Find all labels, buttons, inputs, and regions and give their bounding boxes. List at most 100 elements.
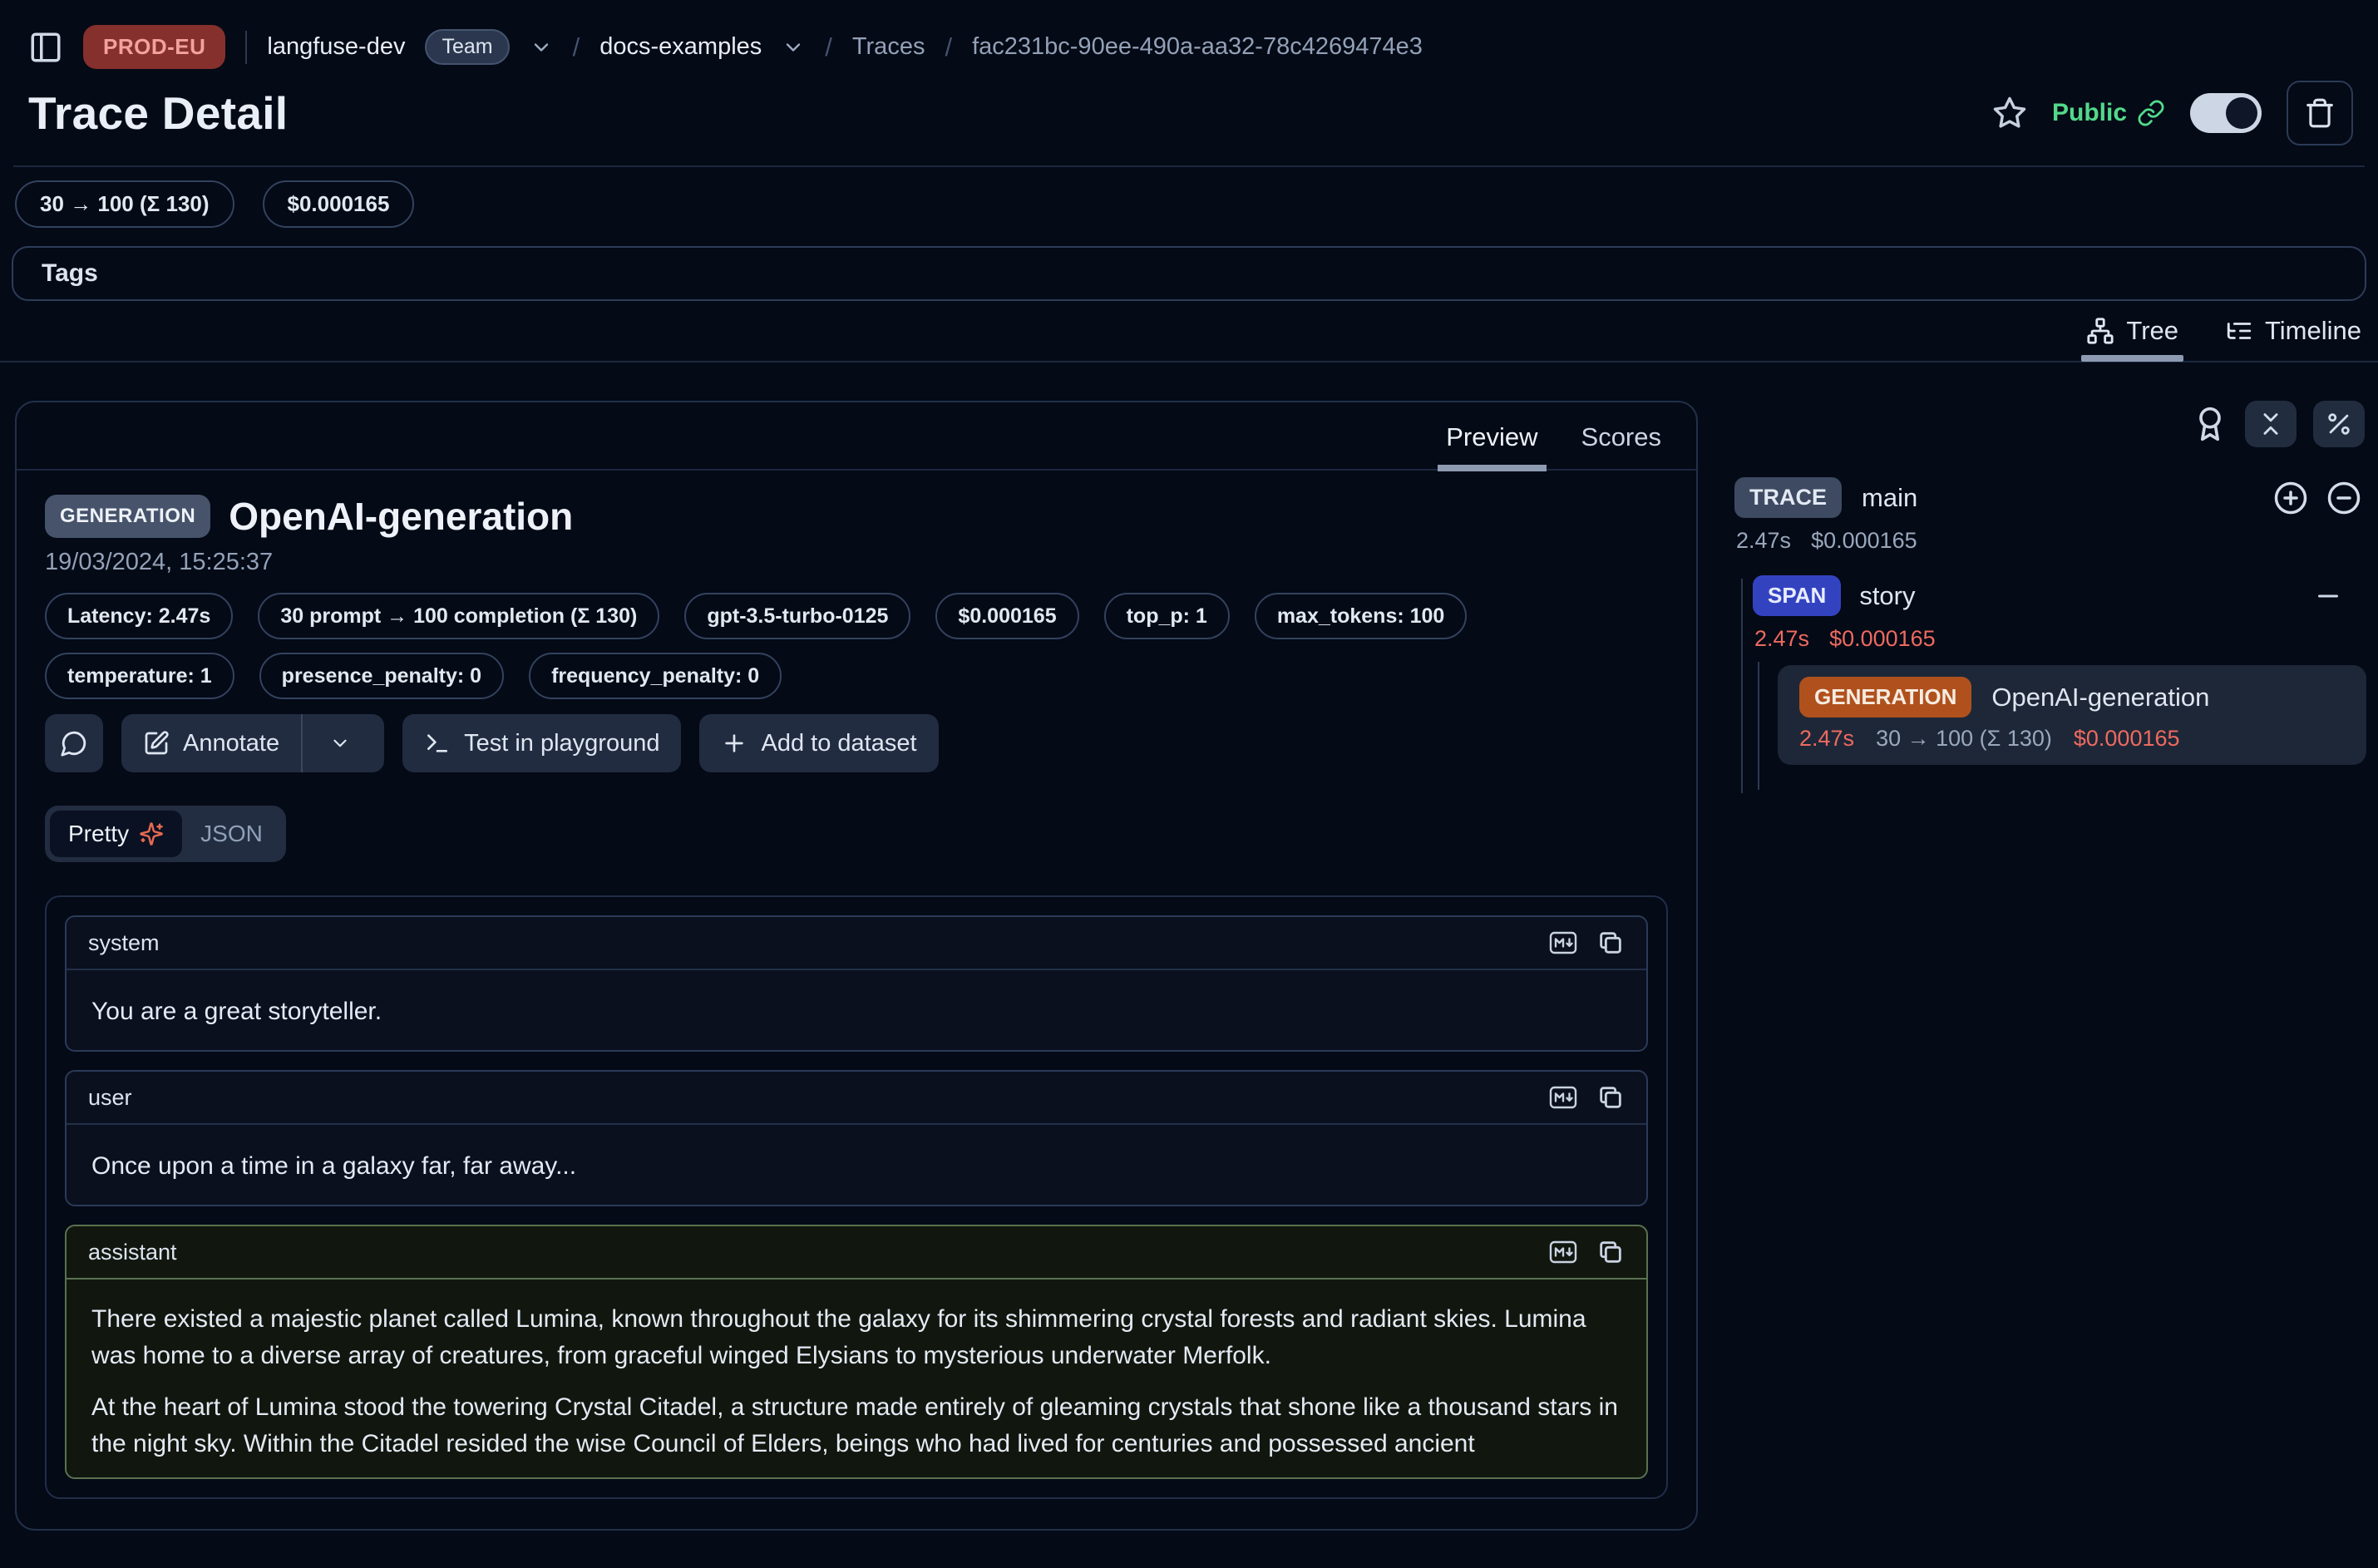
span-cost: $0.000165 bbox=[1829, 626, 1936, 652]
tree-controls bbox=[1734, 401, 2365, 447]
top-p-badge[interactable]: top_p: 1 bbox=[1104, 593, 1230, 639]
tags-card[interactable]: Tags bbox=[12, 246, 2366, 301]
plus-circle-icon[interactable] bbox=[2273, 481, 2308, 515]
breadcrumb-separator: / bbox=[573, 32, 580, 62]
trash-icon bbox=[2304, 97, 2336, 129]
org-plan-badge: Team bbox=[425, 29, 509, 65]
markdown-toggle-icon[interactable] bbox=[1547, 1082, 1580, 1112]
tab-preview[interactable]: Preview bbox=[1446, 422, 1537, 452]
add-to-dataset-button[interactable]: Add to dataset bbox=[699, 714, 938, 772]
tab-tree[interactable]: Tree bbox=[2086, 316, 2178, 346]
message-role: assistant bbox=[88, 1240, 177, 1265]
message-role: system bbox=[88, 930, 160, 956]
comment-button[interactable] bbox=[45, 714, 103, 772]
trace-tree-sidebar: TRACE main 2.47s $0.000165 SPAN story bbox=[1734, 401, 2378, 1531]
cost-badge[interactable]: $0.000165 bbox=[263, 180, 415, 228]
chevrons-down-up-icon bbox=[2257, 410, 2285, 438]
max-tokens-badge[interactable]: max_tokens: 100 bbox=[1255, 593, 1468, 639]
terminal-icon bbox=[424, 730, 451, 757]
message-actions bbox=[1547, 928, 1625, 958]
generation-name: OpenAI-generation bbox=[1991, 683, 2209, 713]
breadcrumb-project[interactable]: docs-examples bbox=[599, 33, 762, 61]
dataset-label: Add to dataset bbox=[761, 730, 916, 757]
message-header: system bbox=[67, 917, 1646, 970]
pen-square-icon bbox=[143, 730, 170, 757]
format-pretty[interactable]: Pretty bbox=[50, 811, 182, 857]
trace-cost: $0.000165 bbox=[1811, 528, 1917, 554]
message-system: system You are a great storyteller. bbox=[65, 915, 1648, 1052]
breadcrumb-trace-id: fac231bc-90ee-490a-aa32-78c4269474e3 bbox=[972, 33, 1423, 61]
tree-zoom-controls bbox=[2273, 481, 2361, 515]
public-link[interactable]: Public bbox=[2052, 99, 2165, 127]
copy-icon[interactable] bbox=[1596, 1238, 1625, 1266]
generation-tokens: 30 → 100 (Σ 130) bbox=[1876, 726, 2052, 752]
generation-type-badge: GENERATION bbox=[1799, 677, 1971, 717]
plus-icon bbox=[721, 730, 747, 757]
header-divider bbox=[13, 165, 2365, 167]
chevron-down-icon[interactable] bbox=[782, 36, 805, 59]
span-latency: 2.47s bbox=[1754, 626, 1809, 652]
minus-circle-icon[interactable] bbox=[2326, 481, 2361, 515]
presence-penalty-badge[interactable]: presence_penalty: 0 bbox=[259, 653, 504, 699]
format-toggle: Pretty JSON bbox=[45, 806, 286, 862]
latency-badge[interactable]: Latency: 2.47s bbox=[45, 593, 233, 639]
metrics-toggle-button[interactable] bbox=[2313, 401, 2365, 447]
markdown-toggle-icon[interactable] bbox=[1547, 928, 1580, 958]
bookmark-star-button[interactable] bbox=[1992, 96, 2027, 131]
breadcrumb: PROD-EU langfuse-dev Team / docs-example… bbox=[28, 25, 2353, 69]
annotate-dropdown[interactable] bbox=[318, 732, 363, 754]
annotate-button[interactable]: Annotate bbox=[121, 714, 384, 772]
token-usage-badge[interactable]: 30 → 100 (Σ 130) bbox=[15, 180, 234, 228]
test-in-playground-button[interactable]: Test in playground bbox=[402, 714, 681, 772]
annotate-label: Annotate bbox=[183, 730, 279, 757]
breadcrumb-section[interactable]: Traces bbox=[852, 33, 925, 61]
observation-actions: Annotate Test in playground bbox=[45, 714, 1668, 772]
title-actions: Public bbox=[1992, 81, 2353, 145]
trace-type-badge: TRACE bbox=[1734, 477, 1842, 518]
collapse-all-button[interactable] bbox=[2245, 401, 2297, 447]
chevron-down-icon[interactable] bbox=[530, 36, 553, 59]
tab-timeline[interactable]: Timeline bbox=[2225, 316, 2361, 346]
trace-name: main bbox=[1862, 483, 1917, 513]
public-toggle[interactable] bbox=[2190, 93, 2262, 133]
model-badge[interactable]: gpt-3.5-turbo-0125 bbox=[684, 593, 910, 639]
tab-scores[interactable]: Scores bbox=[1581, 422, 1661, 452]
span-name: story bbox=[1859, 581, 1915, 611]
cost-badge[interactable]: $0.000165 bbox=[935, 593, 1078, 639]
markdown-toggle-icon[interactable] bbox=[1547, 1237, 1580, 1267]
collapse-node-button[interactable] bbox=[2313, 581, 2343, 611]
panel-left-icon bbox=[28, 30, 63, 65]
tab-tree-label: Tree bbox=[2126, 316, 2178, 346]
chevron-down-icon bbox=[329, 732, 351, 754]
delete-trace-button[interactable] bbox=[2287, 81, 2353, 145]
percent-icon bbox=[2325, 410, 2353, 438]
generation-cost: $0.000165 bbox=[2074, 726, 2180, 752]
scores-toggle-button[interactable] bbox=[2192, 406, 2228, 442]
playground-label: Test in playground bbox=[464, 730, 659, 757]
messages-container: system You are a great storyteller. bbox=[45, 895, 1668, 1499]
frequency-penalty-badge[interactable]: frequency_penalty: 0 bbox=[529, 653, 782, 699]
tree-node-generation-selected[interactable]: GENERATION OpenAI-generation 2.47s 30 → … bbox=[1778, 665, 2366, 765]
tree-node-span[interactable]: SPAN story bbox=[1753, 575, 2366, 616]
pretty-label: Pretty bbox=[68, 821, 129, 847]
comment-icon bbox=[60, 729, 88, 757]
sidebar-toggle-button[interactable] bbox=[28, 30, 63, 65]
page-title: Trace Detail bbox=[28, 86, 288, 140]
format-json[interactable]: JSON bbox=[182, 811, 281, 857]
title-row: Trace Detail Public bbox=[28, 81, 2353, 145]
observation-header: GENERATION OpenAI-generation bbox=[45, 494, 1668, 539]
token-usage-badge[interactable]: 30 prompt → 100 completion (Σ 130) bbox=[258, 593, 659, 639]
tab-timeline-label: Timeline bbox=[2265, 316, 2361, 346]
tags-label: Tags bbox=[42, 259, 98, 288]
assistant-paragraph: There existed a majestic planet called L… bbox=[91, 1301, 1621, 1374]
message-role: user bbox=[88, 1085, 132, 1111]
temperature-badge[interactable]: temperature: 1 bbox=[45, 653, 234, 699]
span-type-badge: SPAN bbox=[1753, 575, 1841, 616]
copy-icon[interactable] bbox=[1596, 1083, 1625, 1112]
message-actions bbox=[1547, 1237, 1625, 1267]
message-header: user bbox=[67, 1072, 1646, 1125]
trace-summary: 30 → 100 (Σ 130) $0.000165 bbox=[15, 180, 2378, 228]
tree-node-trace[interactable]: TRACE main bbox=[1734, 477, 2366, 518]
breadcrumb-org[interactable]: langfuse-dev bbox=[267, 33, 405, 61]
copy-icon[interactable] bbox=[1596, 929, 1625, 957]
